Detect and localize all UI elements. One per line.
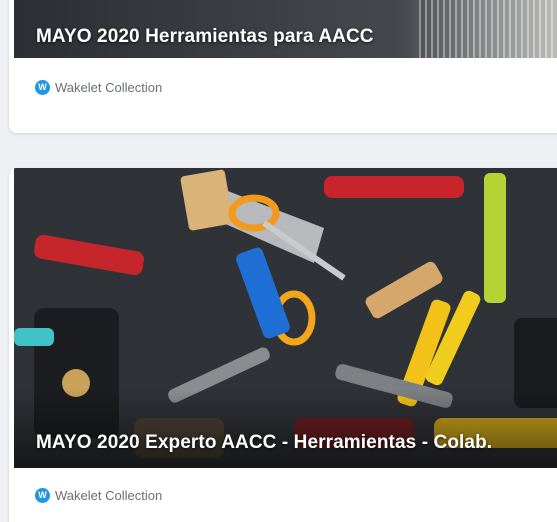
collection-meta: W Wakelet Collection: [35, 80, 162, 95]
tools-illustration: [14, 168, 557, 468]
wakelet-logo-icon: W: [35, 80, 50, 95]
collection-banner-image[interactable]: MAYO 2020 Experto AACC - Herramientas - …: [14, 168, 557, 468]
collection-card[interactable]: MAYO 2020 Experto AACC - Herramientas - …: [9, 168, 557, 522]
collection-type-label: Wakelet Collection: [55, 488, 163, 503]
collection-meta: W Wakelet Collection: [35, 488, 162, 503]
banner-photo-tools: [14, 168, 557, 468]
collection-title[interactable]: MAYO 2020 Herramientas para AACC: [36, 26, 374, 48]
collection-type-label: Wakelet Collection: [55, 80, 163, 95]
collections-page: MAYO 2020 Herramientas para AACC W Wakel…: [0, 0, 557, 522]
collection-card[interactable]: MAYO 2020 Herramientas para AACC W Wakel…: [9, 0, 557, 133]
wakelet-logo-icon: W: [35, 488, 50, 503]
collection-title[interactable]: MAYO 2020 Experto AACC - Herramientas - …: [36, 432, 492, 454]
collection-banner-image[interactable]: MAYO 2020 Herramientas para AACC: [14, 0, 557, 58]
